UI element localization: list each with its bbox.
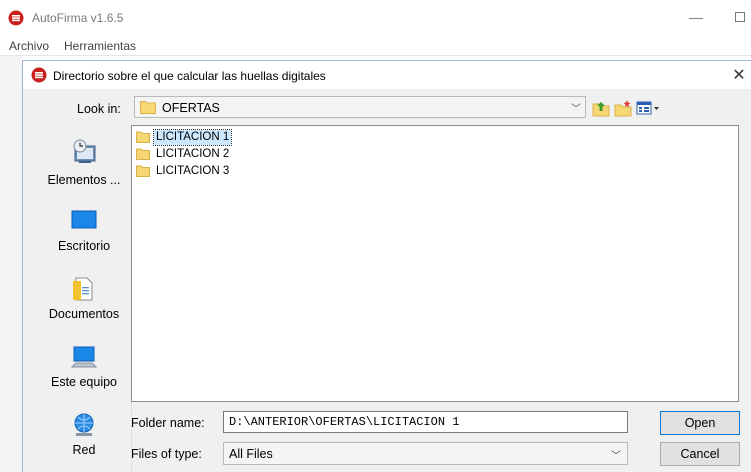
minimize-button[interactable]: — xyxy=(686,8,706,26)
close-icon[interactable]: ✕ xyxy=(730,65,748,85)
dialog-titlebar: Directorio sobre el que calcular las hue… xyxy=(23,61,751,89)
chevron-down-icon: ﹀ xyxy=(571,104,581,115)
menu-herramientas[interactable]: Herramientas xyxy=(64,39,136,53)
recent-items-icon xyxy=(73,139,96,163)
window-titlebar: AutoFirma v1.6.5 — xyxy=(0,0,751,34)
window-title: AutoFirma v1.6.5 xyxy=(32,11,124,25)
up-one-level-icon[interactable] xyxy=(592,99,610,117)
place-label: Este equipo xyxy=(50,375,118,389)
open-button[interactable]: Open xyxy=(660,411,740,435)
file-name: LICITACION 3 xyxy=(156,165,230,177)
folder-icon xyxy=(140,101,156,114)
dialog-title: Directorio sobre el que calcular las hue… xyxy=(53,69,326,83)
place-documents[interactable]: Documentos xyxy=(36,269,132,333)
maximize-icon xyxy=(735,12,745,22)
place-label: Documentos xyxy=(48,307,120,321)
file-list[interactable]: LICITACION 1 LICITACION 2 LICITACION 3 xyxy=(131,125,739,402)
files-of-type-label: Files of type: xyxy=(131,447,202,461)
places-bar: Elementos ... Escritorio Documentos Este… xyxy=(36,125,132,472)
place-label: Red xyxy=(72,443,96,457)
computer-icon xyxy=(70,346,98,368)
look-in-label: Look in: xyxy=(77,102,121,116)
cancel-button[interactable]: Cancel xyxy=(660,442,740,466)
folder-icon xyxy=(136,131,150,143)
new-folder-icon[interactable] xyxy=(614,99,632,117)
folder-name-input[interactable]: D:\ANTERIOR\OFERTAS\LICITACION 1 xyxy=(223,411,628,433)
files-of-type-value: All Files xyxy=(229,447,273,461)
folder-icon xyxy=(136,165,150,177)
chevron-down-icon: ﹀ xyxy=(611,451,621,462)
maximize-button[interactable] xyxy=(730,8,750,26)
file-name: LICITACION 2 xyxy=(156,148,230,160)
place-label: Escritorio xyxy=(57,239,111,253)
autofirma-logo-icon xyxy=(8,10,24,26)
file-name: LICITACION 1 xyxy=(152,129,233,146)
place-desktop[interactable]: Escritorio xyxy=(36,201,132,265)
directory-chooser-dialog: Directorio sobre el que calcular las hue… xyxy=(22,60,751,472)
view-menu-icon[interactable] xyxy=(636,99,662,117)
place-recent-items[interactable]: Elementos ... xyxy=(36,133,132,197)
files-of-type-dropdown[interactable]: All Files ﹀ xyxy=(223,442,628,465)
autofirma-logo-icon xyxy=(31,67,47,83)
look-in-dropdown[interactable]: OFERTAS ﹀ xyxy=(134,96,586,118)
network-icon xyxy=(74,413,94,436)
menu-bar: Archivo Herramientas xyxy=(0,36,751,56)
folder-name-label: Folder name: xyxy=(131,416,205,430)
folder-icon xyxy=(136,148,150,160)
place-label: Elementos ... xyxy=(47,173,121,187)
desktop-icon xyxy=(71,210,97,229)
documents-icon xyxy=(73,277,93,301)
menu-archivo[interactable]: Archivo xyxy=(9,39,49,53)
place-network[interactable]: Red xyxy=(36,405,132,469)
autofirma-window: AutoFirma v1.6.5 — Archivo Herramientas … xyxy=(0,0,751,472)
look-in-value: OFERTAS xyxy=(162,101,220,115)
place-this-pc[interactable]: Este equipo xyxy=(36,337,132,401)
minimize-icon: — xyxy=(689,9,703,25)
main-window-background xyxy=(0,56,22,472)
